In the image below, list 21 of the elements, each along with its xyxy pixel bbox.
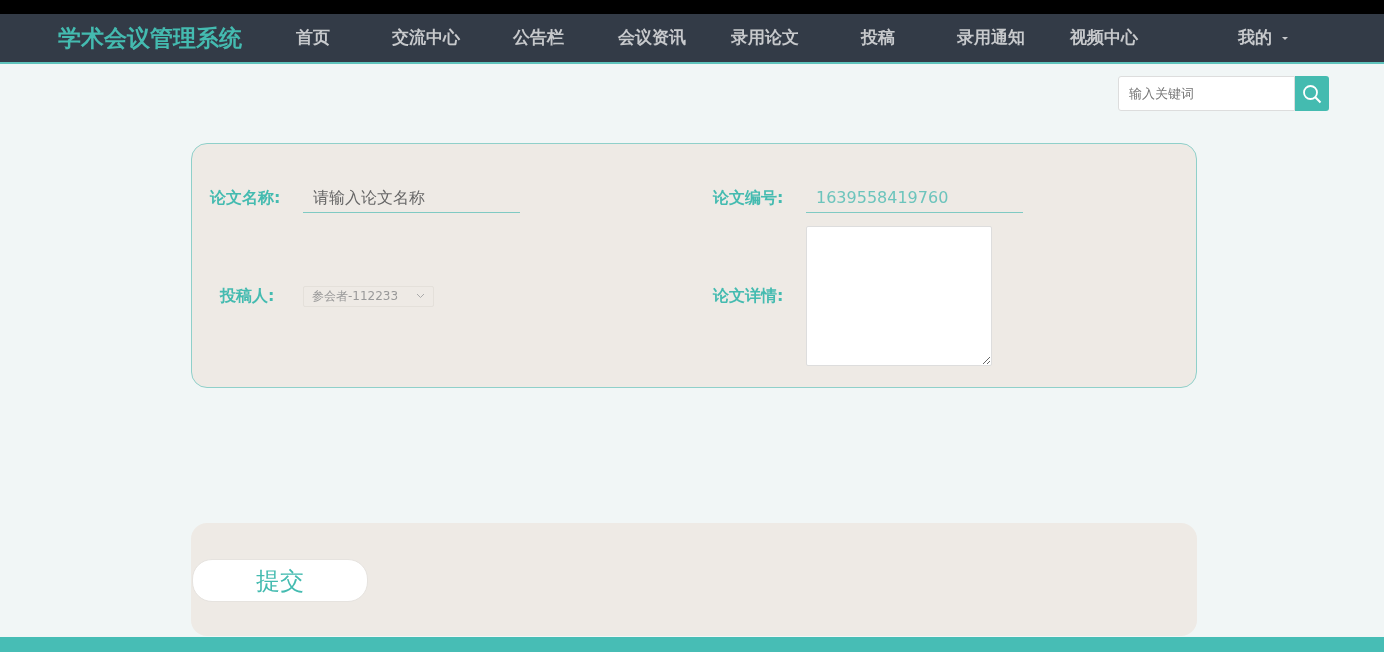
caret-icon <box>1282 36 1288 40</box>
text-area[interactable] <box>806 226 992 366</box>
field-label: 投稿人: <box>218 285 276 307</box>
nav-link[interactable]: 交流中心 <box>369 25 482 51</box>
chevron-icon <box>416 293 425 299</box>
input-field[interactable]: 请输入论文名称 <box>303 183 520 213</box>
nav-link[interactable]: 会议资讯 <box>595 25 708 51</box>
nav-link[interactable]: 投稿 <box>821 25 934 51</box>
search-field[interactable]: 输入关键词 <box>1118 76 1295 111</box>
user-menu[interactable]: 我的 <box>1238 25 1288 51</box>
nav-link[interactable]: 录用论文 <box>708 25 821 51</box>
nav-link[interactable]: 录用通知 <box>934 25 1047 51</box>
search-icon <box>1302 83 1322 104</box>
search-button[interactable] <box>1295 76 1329 111</box>
field-label: 论文名称: <box>210 187 282 209</box>
nav-link[interactable]: 视频中心 <box>1047 25 1160 51</box>
field-label: 论文编号: <box>713 187 785 209</box>
nav-link[interactable]: 首页 <box>256 25 369 51</box>
field-label: 论文详情: <box>713 285 785 307</box>
brand-title: 学术会议管理系统 <box>58 23 243 53</box>
nav-link[interactable]: 公告栏 <box>482 25 595 51</box>
